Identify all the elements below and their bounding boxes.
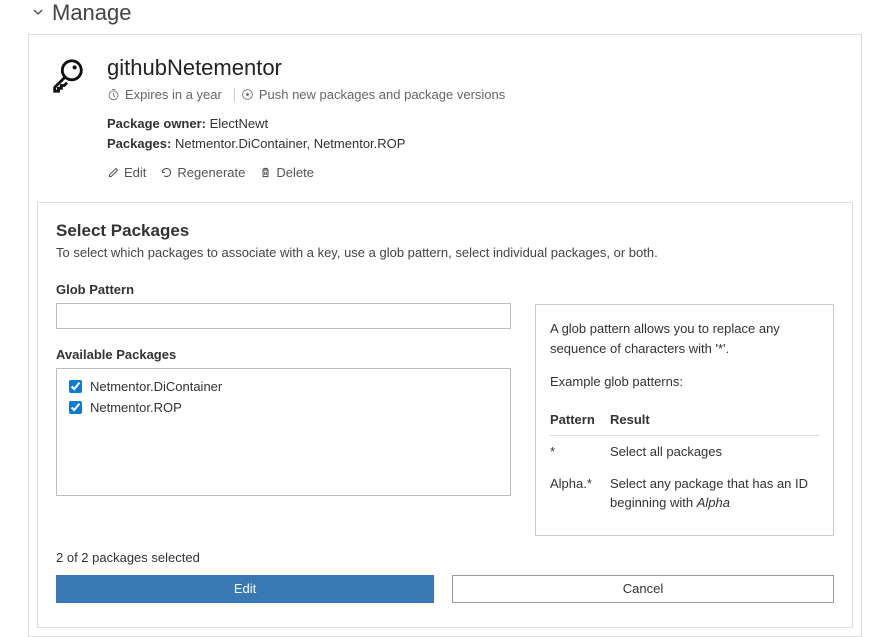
manage-header[interactable]: Manage [0,0,880,34]
key-card: githubNetementor Expires in a year Push … [28,34,862,637]
pattern-th: Pattern [550,406,610,436]
edit-link[interactable]: Edit [107,165,146,180]
chevron-down-icon [32,5,44,21]
table-row: Alpha.* Select any package that has an I… [550,468,819,519]
available-packages-box: Netmentor.DiContainer Netmentor.ROP [56,368,511,496]
result-th: Result [610,406,819,436]
available-packages-label: Available Packages [56,347,511,362]
pattern-table: Pattern Result * Select all packages Alp… [550,406,819,519]
permissions-text: Push new packages and package versions [259,87,505,102]
package-name: Netmentor.DiContainer [90,379,222,394]
packages-label: Packages: [107,136,171,151]
section-title: Manage [52,0,132,26]
key-icon [49,55,97,180]
owner-line: Package owner: ElectNewt [107,114,841,134]
pattern-cell: Alpha.* [550,468,610,519]
table-row: * Select all packages [550,436,819,468]
select-packages-desc: To select which packages to associate wi… [56,245,834,260]
result-cell: Select any package that has an ID beginn… [610,468,819,519]
pattern-cell: * [550,436,610,468]
result-em: Alpha [697,495,730,510]
result-cell: Select all packages [610,436,819,468]
delete-link-label: Delete [276,165,314,180]
owner-value: ElectNewt [210,116,269,131]
packages-line: Packages: Netmentor.DiContainer, Netment… [107,134,841,154]
packages-value: Netmentor.DiContainer, Netmentor.ROP [175,136,406,151]
glob-pattern-label: Glob Pattern [56,282,511,297]
cancel-button[interactable]: Cancel [452,575,834,603]
regenerate-link[interactable]: Regenerate [160,165,245,180]
package-row[interactable]: Netmentor.ROP [69,400,498,415]
package-row[interactable]: Netmentor.DiContainer [69,379,498,394]
package-name: Netmentor.ROP [90,400,182,415]
edit-link-label: Edit [124,165,146,180]
key-name: githubNetementor [107,55,841,81]
package-checkbox[interactable] [69,380,82,393]
owner-label: Package owner: [107,116,206,131]
hint-intro: A glob pattern allows you to replace any… [550,319,819,358]
select-packages-panel: Select Packages To select which packages… [37,202,853,628]
meta-separator [234,88,235,102]
hint-example-label: Example glob patterns: [550,372,819,392]
expires-meta: Expires in a year [107,87,222,102]
selected-count: 2 of 2 packages selected [56,550,834,565]
permissions-meta: Push new packages and package versions [241,87,505,102]
edit-button[interactable]: Edit [56,575,434,603]
package-checkbox[interactable] [69,401,82,414]
glob-hint-box: A glob pattern allows you to replace any… [535,304,834,536]
delete-link[interactable]: Delete [259,165,314,180]
expires-text: Expires in a year [125,87,222,102]
regenerate-link-label: Regenerate [177,165,245,180]
select-packages-title: Select Packages [56,221,834,241]
glob-pattern-input[interactable] [56,303,511,329]
